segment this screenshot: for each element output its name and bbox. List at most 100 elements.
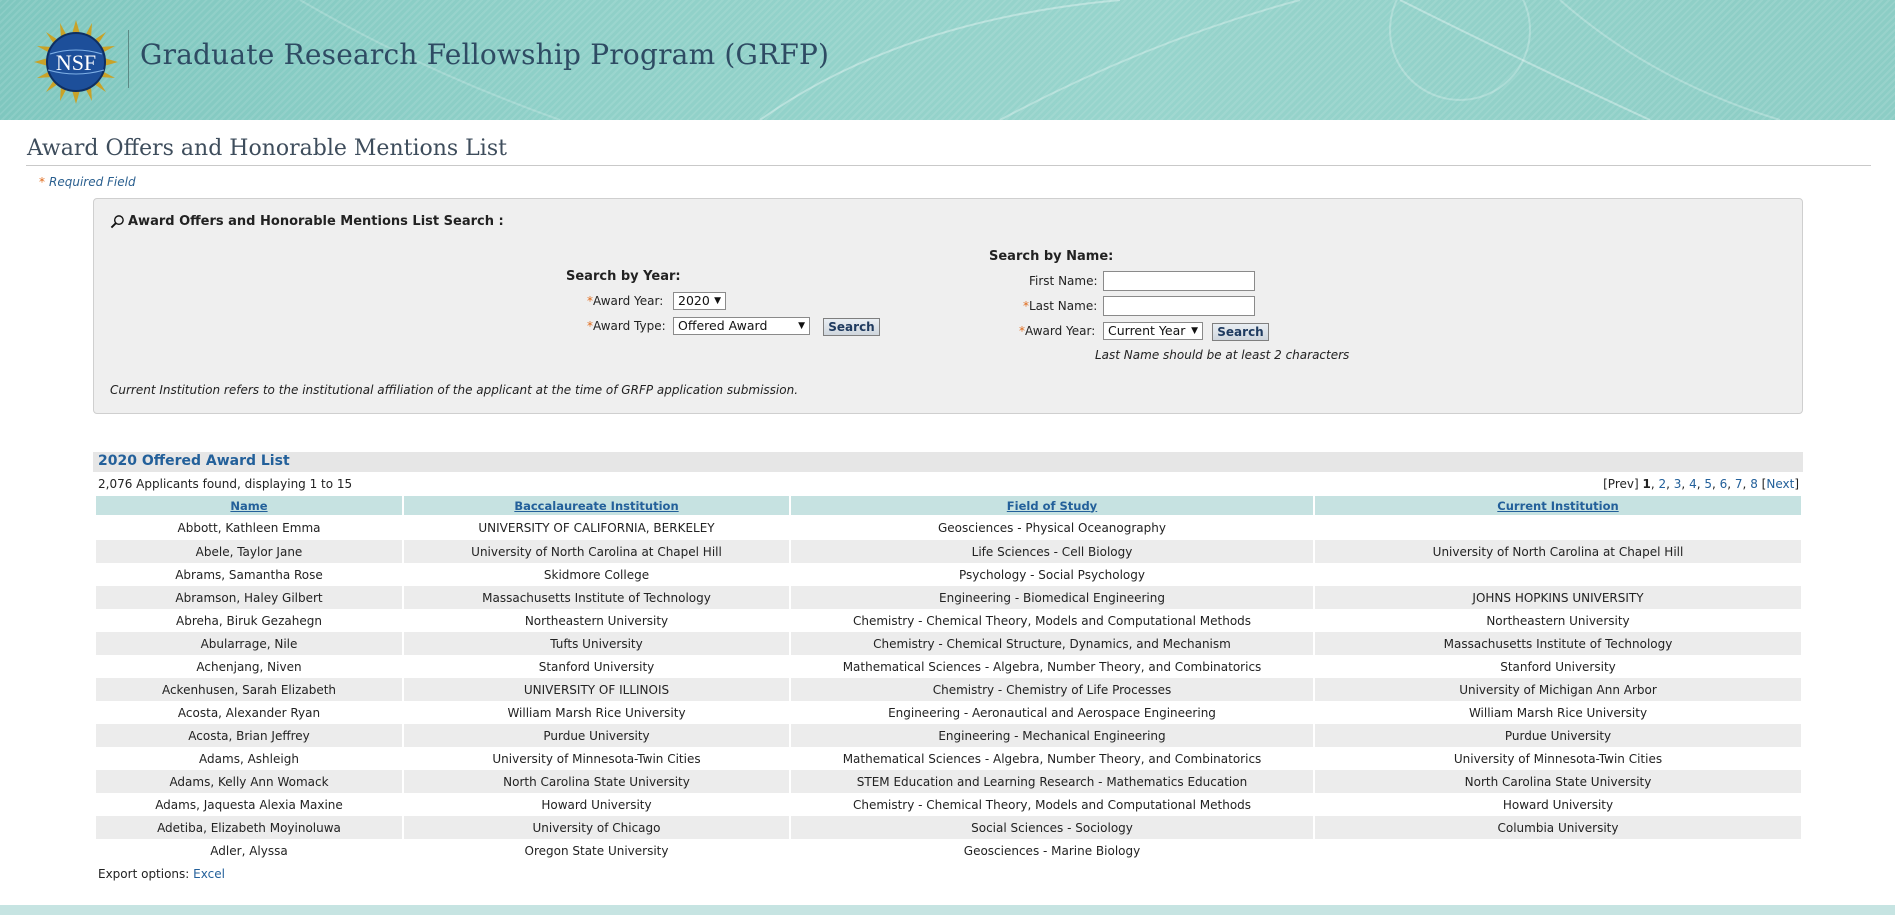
cell-baccalaureate-institution: Purdue University bbox=[404, 724, 789, 747]
cell-name: Abrams, Samantha Rose bbox=[175, 567, 323, 582]
awards-table: Name Baccalaureate Institution Field of … bbox=[94, 496, 1803, 862]
table-row: Abularrage, Nile Tufts University Chemistr… bbox=[96, 632, 1801, 655]
award-year-label: *Award Year: bbox=[587, 294, 664, 308]
column-header-baccalaureate-institution[interactable]: Baccalaureate Institution bbox=[404, 496, 789, 515]
cell-field-of-study: Engineering - Aeronautical and Aerospace… bbox=[888, 705, 1216, 720]
cell-field-of-study: Geosciences - Marine Biology bbox=[963, 843, 1141, 858]
export-options: Export options: Excel bbox=[98, 867, 225, 881]
table-row: Abreha, Biruk Gezahegn Northeastern Unive… bbox=[96, 609, 1801, 632]
first-name-label: First Name: bbox=[1029, 274, 1098, 288]
column-header-name[interactable]: Name bbox=[96, 496, 402, 515]
table-row: Adetiba, Elizabeth Moyinoluwa University … bbox=[96, 816, 1801, 839]
cell-baccalaureate-institution: North Carolina State University bbox=[404, 770, 789, 793]
search-by-year-button[interactable]: Search bbox=[823, 318, 880, 336]
results-summary: 2,076 Applicants found, displaying 1 to … bbox=[98, 477, 353, 491]
cell-name: Adams, Kelly Ann Womack bbox=[96, 770, 402, 793]
cell-field-of-study: Chemistry - Chemical Theory, Models and … bbox=[852, 613, 1252, 628]
required-star: * bbox=[39, 175, 45, 189]
export-excel-link[interactable]: Excel bbox=[193, 867, 225, 881]
cell-field-of-study: Engineering - Biomedical Engineering bbox=[791, 586, 1313, 609]
name-award-year-select[interactable]: Current Year ▼ bbox=[1103, 322, 1203, 340]
cell-name: Abularrage, Nile bbox=[96, 632, 402, 655]
cell-baccalaureate-institution: Oregon State University bbox=[524, 843, 669, 858]
cell-current-institution: Howard University bbox=[1502, 797, 1614, 812]
cell-field-of-study: Chemistry - Chemistry of Life Processes bbox=[791, 678, 1313, 701]
cell-name: Adams, Ashleigh bbox=[199, 751, 299, 766]
cell-name: Abreha, Biruk Gezahegn bbox=[176, 613, 322, 628]
svg-text:NSF: NSF bbox=[56, 50, 96, 75]
cell-current-institution bbox=[1315, 839, 1801, 862]
pagination: [Prev] 1, 2, 3, 4, 5, 6, 7, 8 [Next] bbox=[1603, 477, 1799, 491]
pager-page-link[interactable]: 4 bbox=[1689, 477, 1697, 491]
search-by-name-button[interactable]: Search bbox=[1212, 323, 1269, 341]
cell-current-institution: Northeastern University bbox=[1486, 613, 1630, 628]
pager-page-link[interactable]: 3 bbox=[1674, 477, 1682, 491]
institution-note: Current Institution refers to the instit… bbox=[110, 383, 799, 397]
cell-baccalaureate-institution: UNIVERSITY OF ILLINOIS bbox=[404, 678, 789, 701]
cell-baccalaureate-institution: William Marsh Rice University bbox=[507, 705, 686, 720]
cell-name: Acosta, Alexander Ryan bbox=[177, 705, 321, 720]
cell-baccalaureate-institution: University of North Carolina at Chapel H… bbox=[404, 540, 789, 563]
last-name-label: *Last Name: bbox=[1023, 299, 1098, 313]
search-panel: Award Offers and Honorable Mentions List… bbox=[93, 198, 1803, 414]
award-type-label: *Award Type: bbox=[587, 319, 666, 333]
cell-field-of-study: Engineering - Mechanical Engineering bbox=[791, 724, 1313, 747]
table-row: Abbott, Kathleen Emma UNIVERSITY OF CALIF… bbox=[96, 515, 1801, 540]
table-row: Abele, Taylor Jane University of North Ca… bbox=[96, 540, 1801, 563]
name-award-year-label: *Award Year: bbox=[1019, 324, 1096, 338]
pager-page-link[interactable]: 6 bbox=[1720, 477, 1728, 491]
award-year-select[interactable]: 2020 ▼ bbox=[673, 292, 726, 310]
last-name-input[interactable] bbox=[1103, 296, 1255, 316]
cell-baccalaureate-institution: Stanford University bbox=[538, 659, 655, 674]
first-name-input[interactable] bbox=[1103, 271, 1255, 291]
table-row: Adams, Kelly Ann Womack North Carolina St… bbox=[96, 770, 1801, 793]
cell-baccalaureate-institution: Massachusetts Institute of Technology bbox=[404, 586, 789, 609]
pager-page-link[interactable]: 8 bbox=[1750, 477, 1758, 491]
pager-page-link[interactable]: 7 bbox=[1735, 477, 1743, 491]
pager-page-link[interactable]: 5 bbox=[1704, 477, 1712, 491]
table-row: Adams, Jaquesta Alexia Maxine Howard Univ… bbox=[96, 793, 1801, 816]
cell-current-institution: University of Minnesota-Twin Cities bbox=[1453, 751, 1663, 766]
cell-current-institution: William Marsh Rice University bbox=[1468, 705, 1648, 720]
required-field-note: * Required Field bbox=[39, 175, 136, 189]
table-header-row: Name Baccalaureate Institution Field of … bbox=[96, 496, 1801, 515]
table-row: Achenjang, Niven Stanford University Mathe… bbox=[96, 655, 1801, 678]
cell-baccalaureate-institution: UNIVERSITY OF CALIFORNIA, BERKELEY bbox=[478, 520, 715, 535]
pager-current-page: 1 bbox=[1642, 477, 1651, 491]
cell-field-of-study: Geosciences - Physical Oceanography bbox=[938, 520, 1166, 535]
cell-name: Adler, Alyssa bbox=[210, 843, 288, 858]
cell-name: Adetiba, Elizabeth Moyinoluwa bbox=[96, 816, 402, 839]
page-title: Award Offers and Honorable Mentions List bbox=[27, 136, 507, 161]
table-row: Adams, Ashleigh University of Minnesota-T… bbox=[96, 747, 1801, 770]
pager-next-link[interactable]: Next bbox=[1766, 477, 1794, 491]
pager-page-link[interactable]: 2 bbox=[1659, 477, 1667, 491]
award-type-select[interactable]: Offered Award ▼ bbox=[673, 317, 810, 335]
cell-field-of-study: Mathematical Sciences - Algebra, Number … bbox=[842, 659, 1262, 674]
cell-current-institution: Stanford University bbox=[1500, 659, 1616, 674]
cell-name: Abramson, Haley Gilbert bbox=[96, 586, 402, 609]
search-panel-heading: Award Offers and Honorable Mentions List… bbox=[110, 214, 504, 229]
cell-field-of-study: Life Sciences - Cell Biology bbox=[791, 540, 1313, 563]
magnifier-icon bbox=[110, 215, 124, 229]
table-row: Ackenhusen, Sarah Elizabeth UNIVERSITY OF… bbox=[96, 678, 1801, 701]
cell-current-institution: Columbia University bbox=[1315, 816, 1801, 839]
export-label: Export options: bbox=[98, 867, 190, 881]
column-header-field-of-study[interactable]: Field of Study bbox=[791, 496, 1313, 515]
nsf-logo[interactable]: NSF bbox=[34, 20, 118, 104]
column-header-current-institution[interactable]: Current Institution bbox=[1315, 496, 1801, 515]
cell-field-of-study: Psychology - Social Psychology bbox=[959, 567, 1145, 582]
logo-divider bbox=[128, 30, 129, 88]
cell-field-of-study: Mathematical Sciences - Algebra, Number … bbox=[842, 751, 1262, 766]
required-note-text: Required Field bbox=[49, 175, 136, 189]
table-row: Abramson, Haley Gilbert Massachusetts Ins… bbox=[96, 586, 1801, 609]
last-name-hint: Last Name should be at least 2 character… bbox=[1095, 348, 1350, 362]
cell-field-of-study: Chemistry - Chemical Structure, Dynamics… bbox=[791, 632, 1313, 655]
cell-baccalaureate-institution: Tufts University bbox=[404, 632, 789, 655]
cell-current-institution: University of Michigan Ann Arbor bbox=[1315, 678, 1801, 701]
cell-baccalaureate-institution: Northeastern University bbox=[524, 613, 669, 628]
search-heading-text: Award Offers and Honorable Mentions List… bbox=[128, 214, 504, 229]
footer-band bbox=[0, 905, 1895, 915]
cell-field-of-study: Chemistry - Chemical Theory, Models and … bbox=[852, 797, 1252, 812]
cell-name: Acosta, Brian Jeffrey bbox=[96, 724, 402, 747]
site-banner: NSF Graduate Research Fellowship Program… bbox=[0, 0, 1895, 120]
